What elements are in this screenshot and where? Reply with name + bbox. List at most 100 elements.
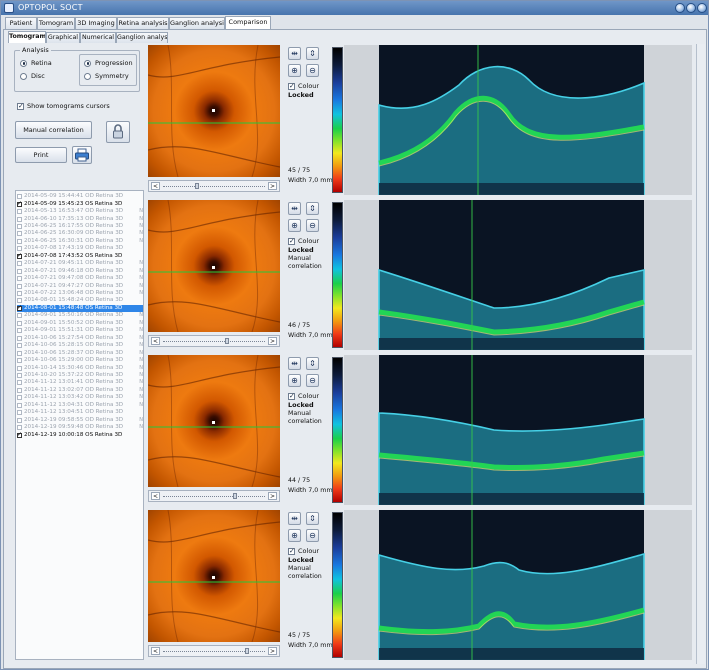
manual-correlation-button[interactable]: Manual correlation [15, 121, 92, 139]
exam-checkbox[interactable] [17, 410, 22, 416]
minimize-icon[interactable] [675, 3, 685, 13]
slider-right-arrow-icon[interactable]: > [268, 337, 277, 345]
fundus-slider[interactable]: < > [148, 180, 280, 192]
exam-list-item[interactable]: 2014-10-20 15:37:22 OD Retina 3D N [17, 372, 143, 379]
exam-list-item[interactable]: 2014-09-01 15:50:16 OD Retina 3D N [17, 312, 143, 319]
close-icon[interactable] [697, 3, 707, 13]
exam-checkbox[interactable] [17, 425, 22, 431]
tab-tomogram[interactable]: Tomogram [37, 17, 75, 29]
exam-list-item[interactable]: 2014-11-12 13:03:42 OD Retina 3D N [17, 394, 143, 401]
fit-height-button[interactable]: ⇕ [306, 202, 319, 215]
bscan-view[interactable] [344, 510, 692, 660]
slider-knob[interactable] [233, 493, 237, 499]
fundus-image[interactable] [148, 355, 280, 487]
exam-checkbox[interactable] [17, 350, 22, 356]
exam-list-item[interactable]: 2014-12-19 09:59:48 OD Retina 3D N [17, 424, 143, 431]
exam-checkbox[interactable] [17, 276, 22, 282]
slider-right-arrow-icon[interactable]: > [268, 182, 277, 190]
exam-checkbox[interactable] [17, 298, 22, 304]
zoom-out-button[interactable]: ⊖ [306, 64, 319, 77]
fundus-slider[interactable]: < > [148, 490, 280, 502]
slider-knob[interactable] [245, 648, 249, 654]
exam-list-item[interactable]: 2014-08-01 15:48:24 OD Retina 3D [17, 297, 143, 304]
exam-checkbox[interactable] [17, 358, 22, 364]
slider-knob[interactable] [195, 183, 199, 189]
fundus-image[interactable] [148, 45, 280, 177]
exam-checkbox[interactable] [17, 320, 22, 326]
zoom-out-button[interactable]: ⊖ [306, 219, 319, 232]
fit-width-button[interactable]: ⇹ [288, 512, 301, 525]
tab-retina-analysis[interactable]: Retina analysis [117, 17, 169, 29]
exam-list-item[interactable]: 2014-07-08 17:43:52 OS Retina 3D [17, 252, 143, 260]
show-cursors-checkbox[interactable]: Show tomograms cursors [17, 102, 110, 110]
zoom-in-button[interactable]: ⊕ [288, 374, 301, 387]
exam-checkbox[interactable] [17, 261, 22, 267]
exam-list-item[interactable]: 2014-07-21 09:46:18 OD Retina 3D N [17, 268, 143, 275]
exam-checkbox[interactable] [17, 223, 22, 229]
tab-patient[interactable]: Patient [5, 17, 37, 29]
exam-checkbox[interactable] [17, 268, 22, 274]
colour-checkbox[interactable]: Colour [288, 237, 319, 245]
exam-checkbox[interactable] [17, 395, 22, 401]
exam-checkbox[interactable] [17, 252, 22, 259]
printer-button[interactable] [72, 146, 92, 164]
exam-checkbox[interactable] [17, 365, 22, 371]
exam-list-item[interactable]: 2014-10-14 15:30:46 OD Retina 3D N [17, 364, 143, 371]
slider-left-arrow-icon[interactable]: < [151, 337, 160, 345]
lock-button[interactable] [106, 121, 130, 143]
exam-list-item[interactable]: 2014-10-06 15:29:00 OD Retina 3D N [17, 357, 143, 364]
colour-checkbox[interactable]: Colour [288, 82, 319, 90]
colour-checkbox[interactable]: Colour [288, 547, 319, 555]
subtab-ganglion-analysis[interactable]: Ganglion analysis [116, 32, 168, 43]
exam-checkbox[interactable] [17, 291, 22, 297]
zoom-in-button[interactable]: ⊕ [288, 64, 301, 77]
exam-list-item[interactable]: 2014-05-13 16:53:47 OD Retina 3D N [17, 208, 143, 215]
exam-list-item[interactable]: 2014-11-12 13:04:31 OD Retina 3D N [17, 402, 143, 409]
exam-list-item[interactable]: 2014-07-22 13:06:48 OD Retina 3D N [17, 290, 143, 297]
zoom-out-button[interactable]: ⊖ [306, 374, 319, 387]
exam-list-item[interactable]: 2014-11-12 13:01:41 OD Retina 3D N [17, 379, 143, 386]
exam-list-item[interactable]: 2014-08-01 15:48:48 OS Retina 3D [17, 304, 143, 313]
radio-progression[interactable]: Progression [84, 59, 133, 67]
fit-width-button[interactable]: ⇹ [288, 47, 301, 60]
exam-checkbox[interactable] [17, 402, 22, 408]
exam-list-item[interactable]: 2014-05-09 15:44:41 OD Retina 3D [17, 193, 143, 200]
exam-checkbox[interactable] [17, 209, 22, 215]
slider-right-arrow-icon[interactable]: > [268, 492, 277, 500]
zoom-in-button[interactable]: ⊕ [288, 219, 301, 232]
exam-list-item[interactable]: 2014-09-01 15:51:31 OD Retina 3D N [17, 327, 143, 334]
exam-checkbox[interactable] [17, 231, 22, 237]
fundus-image[interactable] [148, 510, 280, 642]
tab-3d-imaging[interactable]: 3D Imaging [75, 17, 117, 29]
exam-list-item[interactable]: 2014-11-12 13:02:07 OD Retina 3D N [17, 387, 143, 394]
slider-left-arrow-icon[interactable]: < [151, 647, 160, 655]
exam-checkbox[interactable] [17, 283, 22, 289]
exam-checkbox[interactable] [17, 328, 22, 334]
zoom-in-button[interactable]: ⊕ [288, 529, 301, 542]
radio-retina[interactable]: Retina [20, 59, 52, 67]
fundus-slider[interactable]: < > [148, 335, 280, 347]
subtab-graphical[interactable]: Graphical [46, 32, 80, 43]
fit-height-button[interactable]: ⇕ [306, 357, 319, 370]
radio-symmetry[interactable]: Symmetry [84, 72, 129, 80]
tab-comparison[interactable]: Comparison [225, 16, 271, 29]
slider-knob[interactable] [225, 338, 229, 344]
maximize-icon[interactable] [686, 3, 696, 13]
exam-checkbox[interactable] [17, 200, 22, 207]
colour-checkbox[interactable]: Colour [288, 392, 319, 400]
exam-checkbox[interactable] [17, 372, 22, 378]
exam-list-item[interactable]: 2014-07-08 17:43:19 OD Retina 3D [17, 245, 143, 252]
bscan-view[interactable] [344, 200, 692, 350]
exam-checkbox[interactable] [17, 335, 22, 341]
slider-left-arrow-icon[interactable]: < [151, 182, 160, 190]
exam-list-item[interactable]: 2014-07-21 09:45:11 OD Retina 3D N [17, 260, 143, 267]
exam-list-item[interactable]: 2014-12-19 09:58:55 OD Retina 3D N [17, 417, 143, 424]
exam-checkbox[interactable] [17, 431, 22, 438]
exam-list-item[interactable]: 2014-06-25 16:17:55 OD Retina 3D N [17, 223, 143, 230]
main-vertical-scrollbar[interactable] [696, 44, 705, 664]
fundus-image[interactable] [148, 200, 280, 332]
fundus-slider[interactable]: < > [148, 645, 280, 657]
exam-checkbox[interactable] [17, 194, 22, 200]
exam-checkbox[interactable] [17, 304, 22, 311]
exam-list-item[interactable]: 2014-05-09 15:45:23 OS Retina 3D [17, 200, 143, 207]
